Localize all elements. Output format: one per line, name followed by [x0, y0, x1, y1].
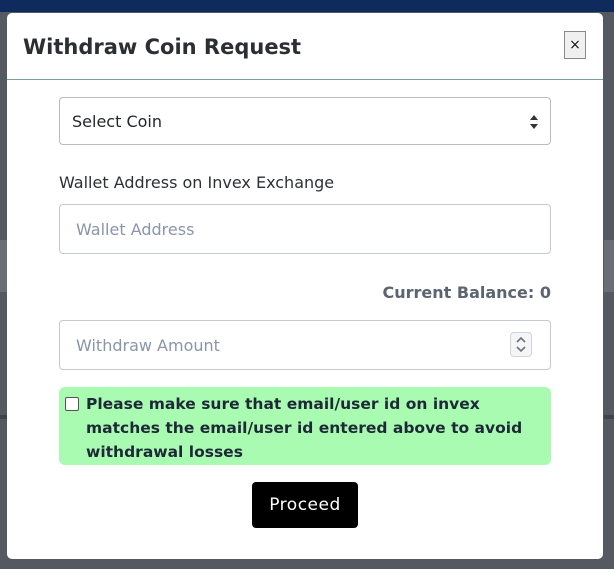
backdrop-divider	[604, 415, 614, 419]
coin-select-value: Select Coin	[72, 112, 162, 131]
current-balance: Current Balance: 0	[382, 283, 551, 302]
wallet-address-input[interactable]	[59, 204, 551, 254]
withdraw-notice: Please make sure that email/user id on i…	[59, 387, 551, 465]
proceed-button[interactable]: Proceed	[252, 482, 358, 528]
wallet-address-label: Wallet Address on Invex Exchange	[59, 173, 335, 192]
modal-title: Withdraw Coin Request	[23, 35, 302, 59]
notice-text: Please make sure that email/user id on i…	[86, 395, 523, 461]
confirm-checkbox[interactable]	[65, 397, 79, 411]
backdrop-header-strip	[0, 0, 614, 12]
modal-header: Withdraw Coin Request ×	[7, 13, 603, 80]
updown-arrows-icon	[530, 115, 538, 129]
withdraw-modal: Withdraw Coin Request × Select Coin Wall…	[7, 13, 603, 559]
coin-select[interactable]: Select Coin	[59, 97, 551, 145]
close-button[interactable]: ×	[564, 31, 586, 59]
backdrop-band	[604, 240, 614, 292]
stepper-arrows-icon	[516, 336, 526, 353]
withdraw-amount-input[interactable]	[59, 320, 551, 370]
amount-stepper[interactable]	[510, 332, 532, 357]
